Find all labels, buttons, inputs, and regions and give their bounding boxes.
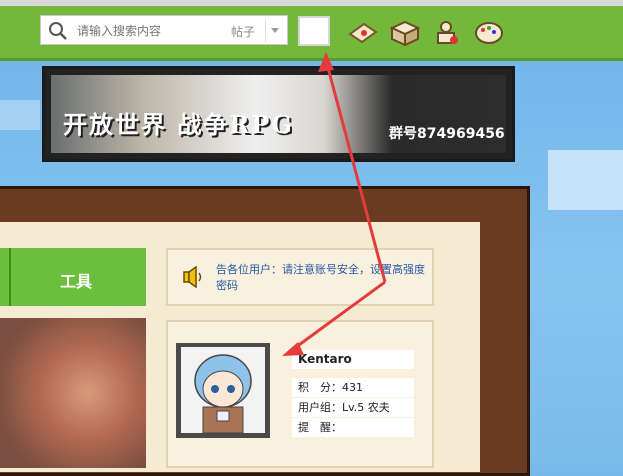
annotation-arrows xyxy=(282,52,387,356)
